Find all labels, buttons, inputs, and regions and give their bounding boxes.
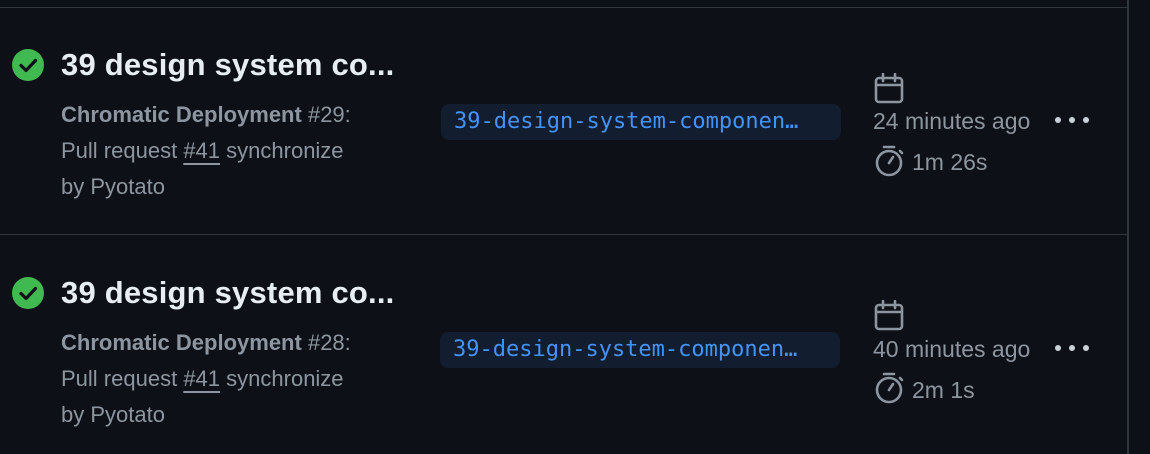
run-number: #29 (307, 102, 345, 127)
run-number: #28 (307, 330, 345, 355)
run-action: synchronize (226, 138, 344, 163)
run-duration: 2m 1s (912, 377, 975, 403)
pull-request-link[interactable]: #41 (183, 138, 220, 163)
workflow-runs-list: 39 design system co... Chromatic Deploym… (0, 0, 1150, 454)
kebab-horizontal-icon[interactable] (1053, 113, 1091, 127)
workflow-run-row[interactable]: 39 design system co... Chromatic Deploym… (0, 235, 1127, 454)
workflow-name: Chromatic Deployment (61, 102, 302, 127)
stopwatch-icon (875, 145, 904, 177)
run-event: Pull request (61, 138, 178, 163)
workflow-name: Chromatic Deployment (61, 330, 302, 355)
time-ago: 40 minutes ago (873, 336, 1031, 362)
calendar-icon (874, 300, 904, 331)
run-action: synchronize (226, 366, 344, 391)
panel-border (1127, 0, 1129, 454)
workflow-run-row[interactable]: 39 design system co... Chromatic Deploym… (0, 8, 1127, 236)
pull-request-link[interactable]: #41 (183, 366, 220, 391)
run-actor: by Pyotato (61, 402, 165, 427)
calendar-icon (874, 73, 904, 104)
run-title[interactable]: 39 design system co... (61, 275, 395, 311)
run-title[interactable]: 39 design system co... (61, 47, 395, 83)
branch-label[interactable]: 39-design-system-componen… (440, 332, 840, 368)
run-duration: 1m 26s (912, 149, 988, 175)
stopwatch-icon (875, 372, 904, 404)
check-circle-icon (12, 277, 44, 309)
kebab-horizontal-icon[interactable] (1053, 341, 1091, 355)
branch-label[interactable]: 39-design-system-componen… (441, 104, 841, 140)
time-ago: 24 minutes ago (873, 108, 1031, 134)
run-event: Pull request (61, 366, 178, 391)
run-meta: Chromatic Deployment #28: Pull request #… (61, 330, 351, 427)
run-meta: Chromatic Deployment #29: Pull request #… (61, 102, 351, 199)
check-circle-icon (12, 49, 44, 81)
run-actor: by Pyotato (61, 174, 165, 199)
